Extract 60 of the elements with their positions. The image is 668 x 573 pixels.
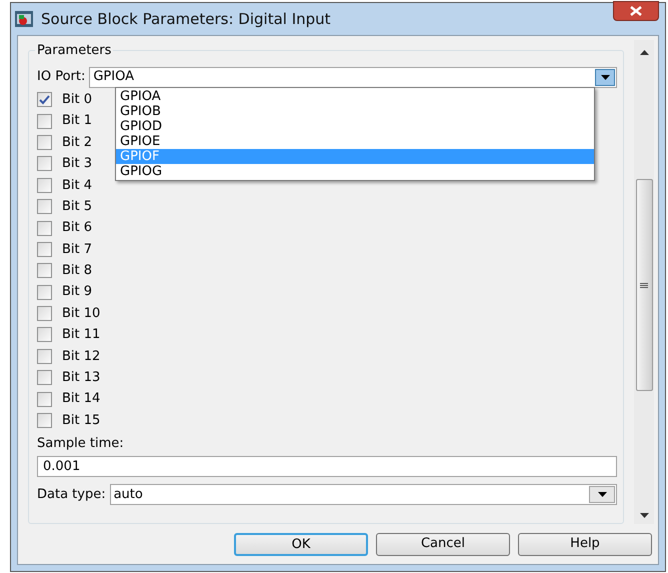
io-port-dropdown[interactable]: GPIOA — [89, 66, 617, 88]
checkbox-label: Bit 14 — [62, 390, 100, 408]
checkbox[interactable] — [37, 327, 52, 342]
close-icon — [630, 6, 642, 16]
checkbox-label: Bit 15 — [62, 412, 100, 430]
close-button[interactable] — [613, 1, 659, 21]
app-icon — [15, 11, 33, 27]
checkbox-label: Bit 10 — [62, 304, 100, 323]
checkbox[interactable] — [37, 220, 52, 236]
checkbox-label: Bit 1 — [62, 112, 92, 130]
dropdown-button[interactable] — [589, 486, 615, 503]
dropdown-option[interactable]: GPIOD — [116, 119, 594, 134]
checkbox-label: Bit 12 — [62, 348, 100, 366]
caret-icon — [598, 492, 606, 497]
dropdown-option[interactable]: GPIOG — [116, 164, 594, 179]
scrollbar[interactable] — [634, 40, 654, 524]
checkbox[interactable] — [37, 114, 52, 129]
checkbox[interactable] — [37, 348, 52, 364]
dialog-button[interactable]: Cancel — [376, 532, 510, 556]
caret-icon — [600, 74, 610, 80]
checkbox-label: Bit 7 — [62, 240, 92, 259]
checkbox[interactable] — [37, 92, 52, 108]
checkbox[interactable] — [37, 370, 52, 386]
checkbox[interactable] — [37, 413, 52, 428]
dropdown-button[interactable] — [595, 68, 615, 86]
checkbox-label: Bit 9 — [62, 283, 92, 302]
checkbox-label: Bit 11 — [62, 326, 100, 344]
checkbox-label: Bit 13 — [62, 369, 100, 388]
scroll-down-icon[interactable] — [640, 513, 648, 518]
checkbox[interactable] — [37, 263, 52, 278]
dropdown-option[interactable]: GPIOE — [116, 134, 594, 149]
checkbox-label: Bit 3 — [62, 155, 92, 174]
checkbox[interactable] — [37, 178, 52, 193]
window-title: Source Block Parameters: Digital Input — [41, 8, 331, 30]
checkbox-label: Bit 6 — [62, 219, 92, 238]
checkbox-label: Bit 2 — [62, 134, 92, 152]
dialog-button[interactable]: Help — [518, 532, 652, 556]
scroll-thumb[interactable] — [636, 179, 652, 391]
checkbox-label: Bit 0 — [62, 90, 92, 109]
checkbox-label: Bit 4 — [62, 176, 92, 194]
sample-time-field[interactable]: 0.001 — [37, 456, 617, 477]
checkbox[interactable] — [37, 134, 52, 150]
grip-icon — [640, 282, 648, 288]
checkbox[interactable] — [37, 156, 52, 172]
checkbox[interactable] — [37, 284, 52, 300]
check-icon — [39, 94, 50, 105]
dropdown-option[interactable]: GPIOA — [116, 89, 594, 104]
checkbox-label: Bit 8 — [62, 262, 92, 280]
field-label: Data type: — [37, 486, 106, 504]
checkbox[interactable] — [37, 306, 52, 322]
checkbox[interactable] — [37, 242, 52, 257]
dropdown-option[interactable]: GPIOB — [116, 104, 594, 119]
scroll-up-icon[interactable] — [640, 50, 648, 55]
checkbox[interactable] — [37, 392, 52, 407]
checkbox-label: Bit 5 — [62, 198, 92, 216]
dialog-button[interactable]: OK — [234, 532, 368, 556]
checkbox[interactable] — [37, 199, 52, 214]
field-label: Sample time: — [37, 435, 125, 454]
data-type-dropdown[interactable]: auto — [110, 484, 617, 505]
field-label: IO Port: — [37, 68, 86, 86]
